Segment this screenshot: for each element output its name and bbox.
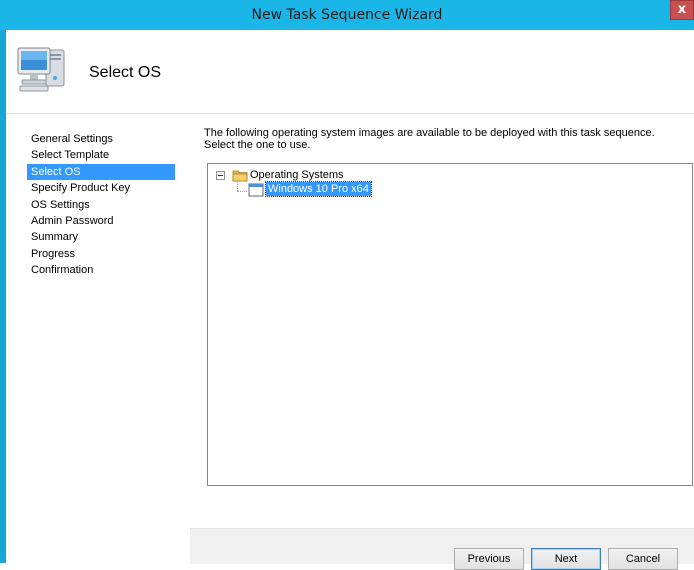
previous-button[interactable]: Previous (454, 548, 524, 570)
close-button[interactable]: x (670, 0, 694, 20)
instructions-text: The following operating system images ar… (204, 127, 655, 151)
wizard-client-area: Select OS General Settings Select Templa… (6, 30, 694, 570)
step-select-os: Select OS (27, 163, 175, 181)
os-image-icon (248, 183, 264, 197)
step-admin-password: Admin Password (31, 214, 114, 227)
tree-node-label: Operating Systems (250, 169, 344, 181)
tree-connector (237, 182, 238, 191)
next-button[interactable]: Next (531, 548, 601, 570)
step-os-settings: OS Settings (31, 198, 90, 211)
folder-icon (232, 170, 248, 182)
step-progress: Progress (31, 247, 76, 260)
step-general-settings: General Settings (31, 133, 113, 145)
page-title: Select OS (89, 64, 162, 81)
cancel-button[interactable]: Cancel (608, 548, 678, 570)
step-specify-product-key: Specify Product Key (31, 182, 131, 195)
wizard-content: The following operating system images ar… (190, 114, 694, 528)
os-tree-view[interactable]: Operating Systems Windows 10 Pro x64 (207, 163, 693, 486)
step-summary: Summary (31, 231, 79, 244)
wizard-steps-panel: General Settings Select Template Select … (6, 114, 190, 563)
computer-icon (17, 47, 65, 92)
window-title: New Task Sequence Wizard (251, 7, 443, 23)
button-bar: Previous Next Cancel (190, 528, 694, 570)
tree-node-windows-10-pro-x64[interactable]: Windows 10 Pro x64 (265, 181, 372, 197)
tree-connector (237, 191, 247, 192)
step-confirmation: Confirmation (31, 264, 94, 277)
collapse-toggle[interactable] (216, 171, 225, 180)
wizard-header: Select OS (6, 30, 694, 114)
step-select-template: Select Template (31, 149, 110, 162)
title-bar[interactable]: New Task Sequence Wizard x (0, 0, 694, 30)
